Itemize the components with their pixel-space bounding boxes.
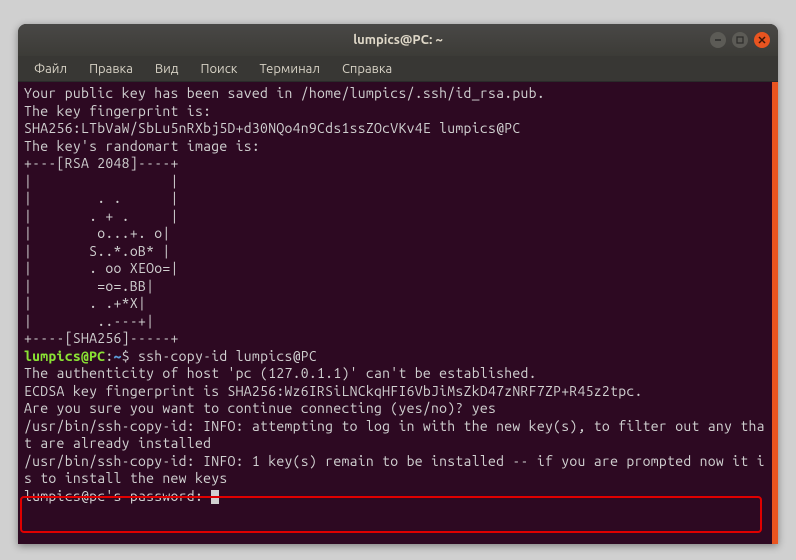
- minimize-icon: [714, 36, 722, 44]
- terminal-window: lumpics@PC: ~ Файл Правка Вид Поиск Терм…: [18, 24, 778, 544]
- menu-view[interactable]: Вид: [145, 60, 189, 78]
- menu-edit[interactable]: Правка: [79, 60, 143, 78]
- output-line: SHA256:LTbVaW/SbLu5nRXbj5D+d30NQo4n9Cds1…: [24, 120, 521, 136]
- randomart-line: | ..---+|: [24, 313, 154, 329]
- randomart-line: | . .+*X|: [24, 295, 146, 311]
- menu-file[interactable]: Файл: [24, 60, 77, 78]
- randomart-line: +---[RSA 2048]----+: [24, 155, 179, 171]
- password-prompt: lumpics@pc's password:: [24, 488, 211, 504]
- menubar: Файл Правка Вид Поиск Терминал Справка: [18, 56, 778, 82]
- command-text: ssh-copy-id lumpics@PC: [138, 348, 317, 364]
- cursor: [211, 490, 219, 504]
- window-title: lumpics@PC: ~: [353, 33, 443, 47]
- window-controls: [710, 32, 770, 48]
- randomart-line: | |: [24, 173, 179, 189]
- minimize-button[interactable]: [710, 32, 726, 48]
- randomart-line: | =o=.BB|: [24, 278, 154, 294]
- randomart-line: | . oo XEOo=|: [24, 260, 179, 276]
- output-line: The key fingerprint is:: [24, 103, 211, 119]
- maximize-icon: [736, 36, 744, 44]
- output-line: ECDSA key fingerprint is SHA256:Wz6IRSiL…: [24, 383, 643, 399]
- output-line: Your public key has been saved in /home/…: [24, 85, 545, 101]
- terminal-output[interactable]: Your public key has been saved in /home/…: [18, 82, 778, 544]
- menu-search[interactable]: Поиск: [190, 60, 247, 78]
- close-button[interactable]: [754, 32, 770, 48]
- output-line: The authenticity of host 'pc (127.0.1.1)…: [24, 365, 537, 381]
- randomart-line: | o...+. o|: [24, 225, 171, 241]
- randomart-line: +----[SHA256]-----+: [24, 330, 179, 346]
- prompt-dollar: $: [122, 348, 138, 364]
- prompt-user: lumpics@PC: [24, 348, 105, 364]
- output-line: Are you sure you want to continue connec…: [24, 400, 496, 416]
- prompt-sep: :: [105, 348, 113, 364]
- maximize-button[interactable]: [732, 32, 748, 48]
- close-icon: [758, 36, 766, 44]
- output-line: /usr/bin/ssh-copy-id: INFO: 1 key(s) rem…: [24, 453, 765, 487]
- randomart-line: | S..*.oB* |: [24, 243, 171, 259]
- menu-terminal[interactable]: Терминал: [249, 60, 329, 78]
- output-line: The key's randomart image is:: [24, 138, 260, 154]
- randomart-line: | . + . |: [24, 208, 179, 224]
- titlebar: lumpics@PC: ~: [18, 24, 778, 56]
- prompt-path: ~: [114, 348, 122, 364]
- menu-help[interactable]: Справка: [332, 60, 402, 78]
- randomart-line: | . . |: [24, 190, 179, 206]
- output-line: /usr/bin/ssh-copy-id: INFO: attempting t…: [24, 418, 765, 452]
